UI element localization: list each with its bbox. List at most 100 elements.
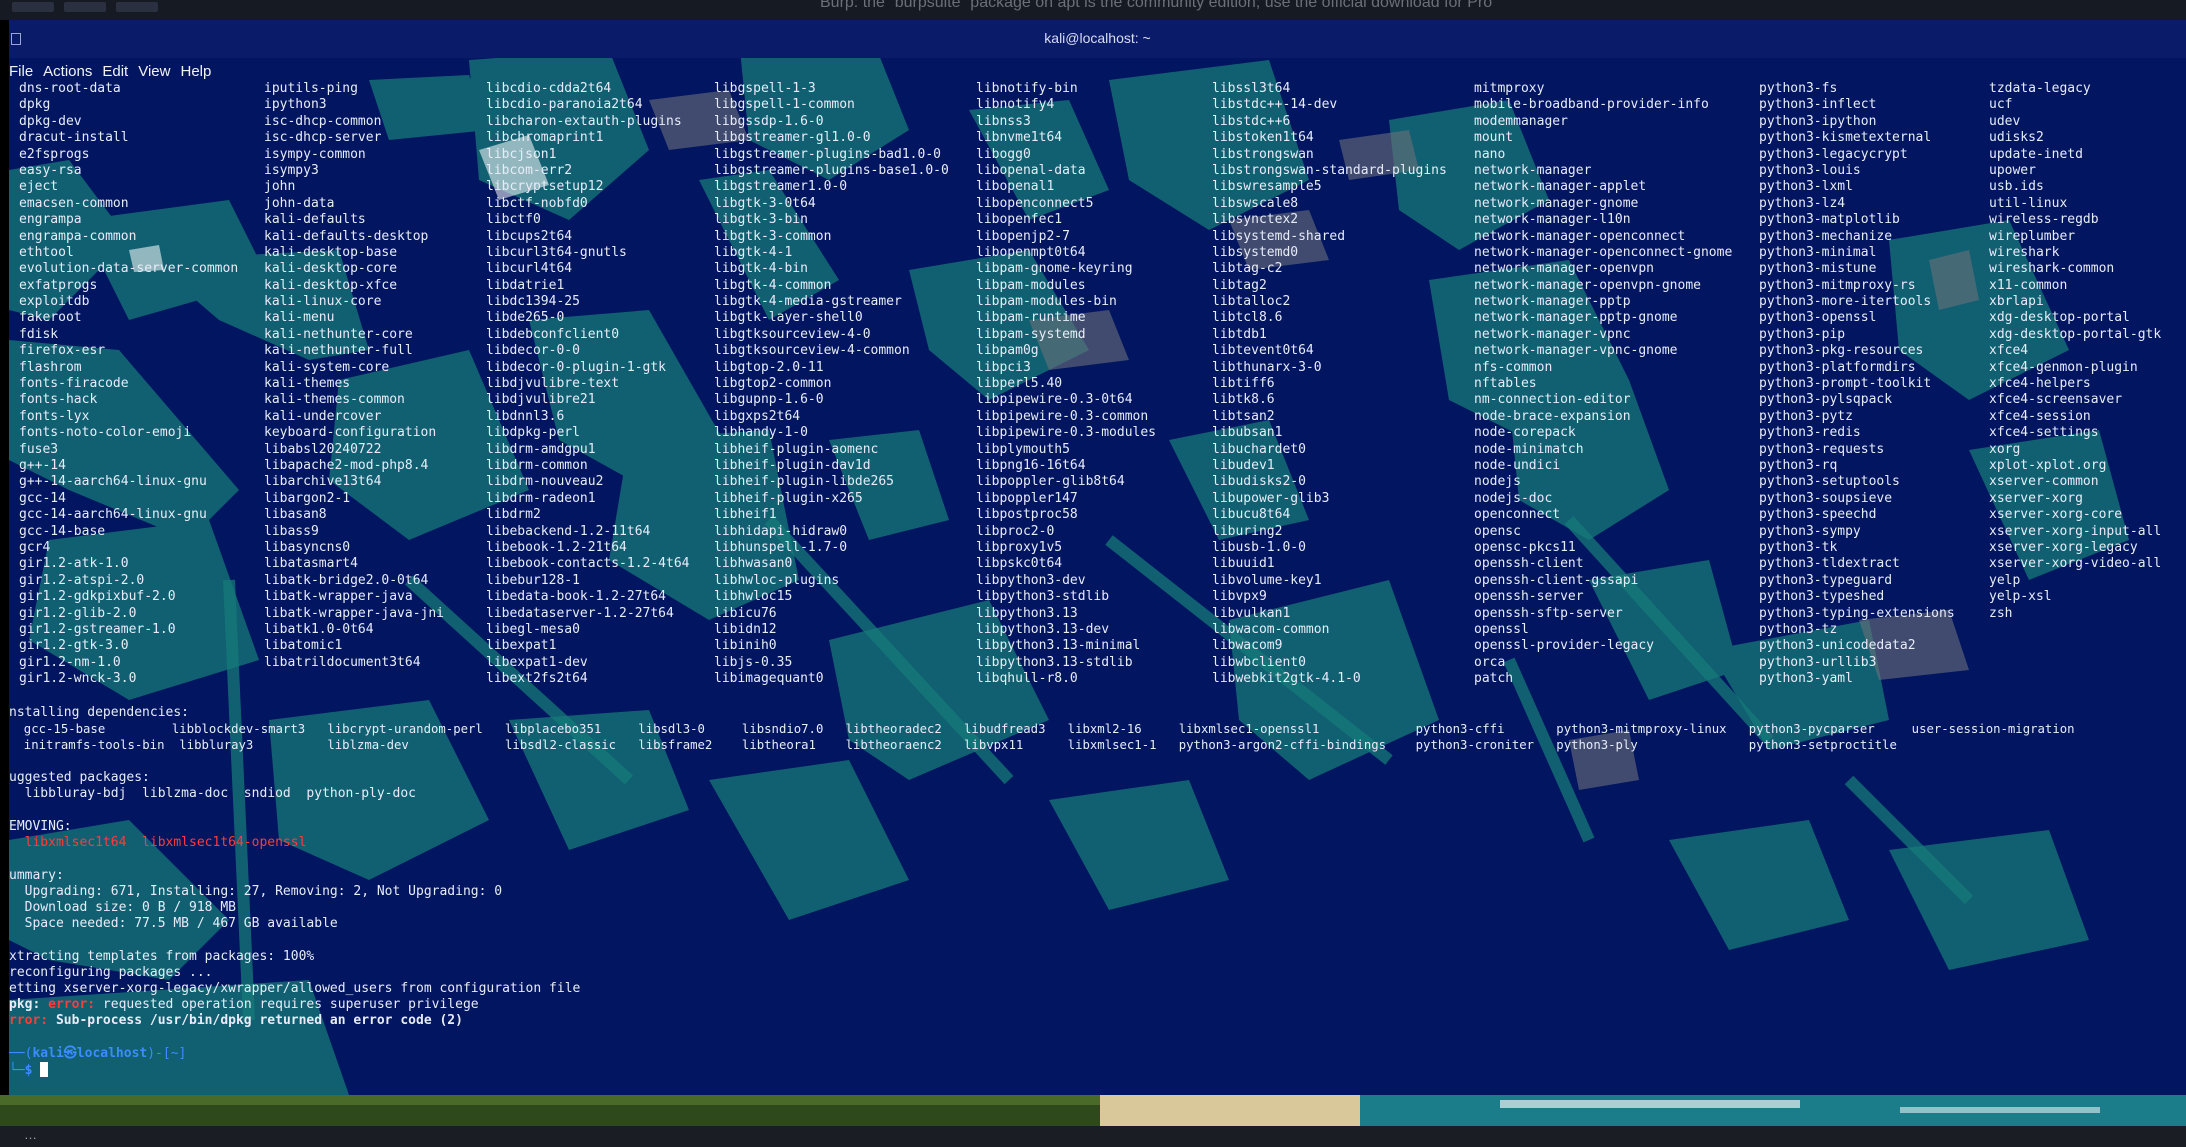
package-name: modemmanager: [1474, 113, 1568, 129]
package-name: e2fsprogs: [19, 146, 90, 162]
tab-placeholder[interactable]: [116, 2, 158, 12]
browser-top-strip: Burp: the `burpsuite` package on apt is …: [0, 0, 2186, 20]
text-cursor: [40, 1062, 49, 1077]
package-name: libwbclient0: [1212, 654, 1306, 670]
package-name: xbrlapi: [1989, 294, 2044, 310]
package-name: nano: [1474, 146, 1506, 162]
package-name: libopenjp2-7: [976, 228, 1070, 244]
package-name: engrampa-common: [19, 228, 137, 244]
package-name: libopenfec1: [976, 212, 1063, 228]
package-name: g++-14-aarch64-linux-gnu: [19, 474, 207, 490]
package-name: libopenmpt0t64: [976, 244, 1086, 260]
package-name: python3-soupsieve: [1759, 490, 1893, 506]
package-name: xorg: [1989, 441, 2021, 457]
package-name: libjs-0.35: [714, 654, 793, 670]
package-name: openssh-client: [1474, 556, 1584, 572]
package-name: network-manager-vpnc-gnome: [1474, 343, 1678, 359]
package-name: libdrm-amdgpu1: [486, 441, 596, 457]
package-name: easy-rsa: [19, 162, 82, 178]
package-name: libsynctex2: [1212, 212, 1299, 228]
package-name: libvolume-key1: [1212, 572, 1322, 588]
package-name: libstoken1t64: [1212, 130, 1314, 146]
package-name: kali-undercover: [264, 408, 382, 424]
package-name: python3-matplotlib: [1759, 212, 1900, 228]
package-name: kali-desktop-core: [264, 261, 398, 277]
package-name: libgtop2-common: [714, 376, 832, 392]
package-name: libgtksourceview-4-0: [714, 326, 871, 342]
package-name: python3-pylsqpack: [1759, 392, 1893, 408]
package-name: libde265-0: [486, 310, 565, 326]
package-name: python3-legacycrypt: [1759, 146, 1908, 162]
package-name: libpostproc58: [976, 507, 1078, 523]
tab-placeholder[interactable]: [12, 2, 54, 12]
package-name: network-manager-pptp: [1474, 294, 1631, 310]
package-name: libogg0: [976, 146, 1031, 162]
package-name: node-corepack: [1474, 425, 1576, 441]
prompt-symbol: └─$: [9, 1063, 41, 1078]
package-name: isc-dhcp-server: [264, 130, 382, 146]
package-name: nftables: [1474, 376, 1537, 392]
package-name: libcups2t64: [486, 228, 573, 244]
package-name: libgstreamer-gl1.0-0: [714, 130, 871, 146]
package-name: gir1.2-wnck-3.0: [19, 671, 137, 687]
package-name: libproc2-0: [976, 523, 1055, 539]
package-name: python3-typeguard: [1759, 572, 1893, 588]
package-name: libass9: [264, 523, 319, 539]
suggested-header: uggested packages:: [9, 770, 150, 785]
package-name: keyboard-configuration: [264, 425, 437, 441]
package-name: libpam-modules-bin: [976, 294, 1117, 310]
package-name: opensc: [1474, 523, 1521, 539]
package-name: libdnnl3.6: [486, 408, 565, 424]
package-name: libgxps2t64: [714, 408, 801, 424]
package-name: wireshark-common: [1989, 261, 2115, 277]
tab-placeholder[interactable]: [64, 2, 106, 12]
package-name: libpython3.13-stdlib: [976, 654, 1133, 670]
package-name: libatk-wrapper-java: [264, 589, 413, 605]
package-name: ethtool: [19, 244, 74, 260]
package-name: python3-pytz: [1759, 408, 1853, 424]
package-name: network-manager-openvpn-gnome: [1474, 277, 1701, 293]
taskbar-item[interactable]: …: [24, 1127, 37, 1142]
package-name: libdrm-radeon1: [486, 490, 596, 506]
package-name: libidn12: [714, 621, 777, 637]
error-word: rror:: [9, 1013, 49, 1028]
package-name: python3-pip: [1759, 326, 1846, 342]
package-name: gcr4: [19, 539, 51, 555]
package-name: libexpat1-dev: [486, 654, 588, 670]
package-name: util-linux: [1989, 195, 2068, 211]
package-column-7: mitmproxy mobile-broadband-provider-info m…: [1474, 81, 1732, 687]
package-name: python3-minimal: [1759, 244, 1877, 260]
package-name: update-inetd: [1989, 146, 2083, 162]
package-name: g++-14: [19, 457, 66, 473]
package-column-4: libgspell-1-3 libgspell-1-common libgssdp-…: [714, 81, 949, 687]
package-name: libgtk-4-media-gstreamer: [714, 294, 902, 310]
package-name: libsystemd0: [1212, 244, 1299, 260]
package-name: libdc1394-25: [486, 294, 580, 310]
package-name: dns-root-data: [19, 81, 121, 96]
package-column-1: dns-root-data dpkg dpkg-dev dracut-install e…: [19, 81, 238, 687]
package-name: python3-setuptools: [1759, 474, 1900, 490]
package-name: network-manager-openvpn: [1474, 261, 1655, 277]
terminal-window[interactable]: kali@localhost: ~ File Actions Edit View…: [9, 20, 2186, 1095]
package-name: libdrm2: [486, 507, 541, 523]
package-name: libhwasan0: [714, 556, 793, 572]
package-name: john-data: [264, 195, 335, 211]
package-name: python3-speechd: [1759, 507, 1877, 523]
package-name: python3-ipython: [1759, 113, 1877, 129]
package-name: python3-prompt-toolkit: [1759, 376, 1932, 392]
terminal-output[interactable]: dns-root-data dpkg dpkg-dev dracut-install e…: [9, 20, 2186, 1095]
package-name: libatrildocument3t64: [264, 654, 421, 670]
package-name: libperl5.40: [976, 376, 1063, 392]
package-name: kali-themes-common: [264, 392, 405, 408]
package-name: libhandy-1-0: [714, 425, 808, 441]
error-word: error:: [48, 997, 96, 1012]
package-name: libudisks2-0: [1212, 474, 1306, 490]
package-name: network-manager-gnome: [1474, 195, 1639, 211]
package-name: libplymouth5: [976, 441, 1070, 457]
shell-input-line[interactable]: └─$: [9, 1062, 49, 1079]
package-name: xfce4-screensaver: [1989, 392, 2123, 408]
package-name: libgstreamer1.0-0: [714, 179, 848, 195]
package-name: libctf0: [486, 212, 541, 228]
package-name: libgtk-3-common: [714, 228, 832, 244]
browser-tabs: [12, 2, 158, 12]
